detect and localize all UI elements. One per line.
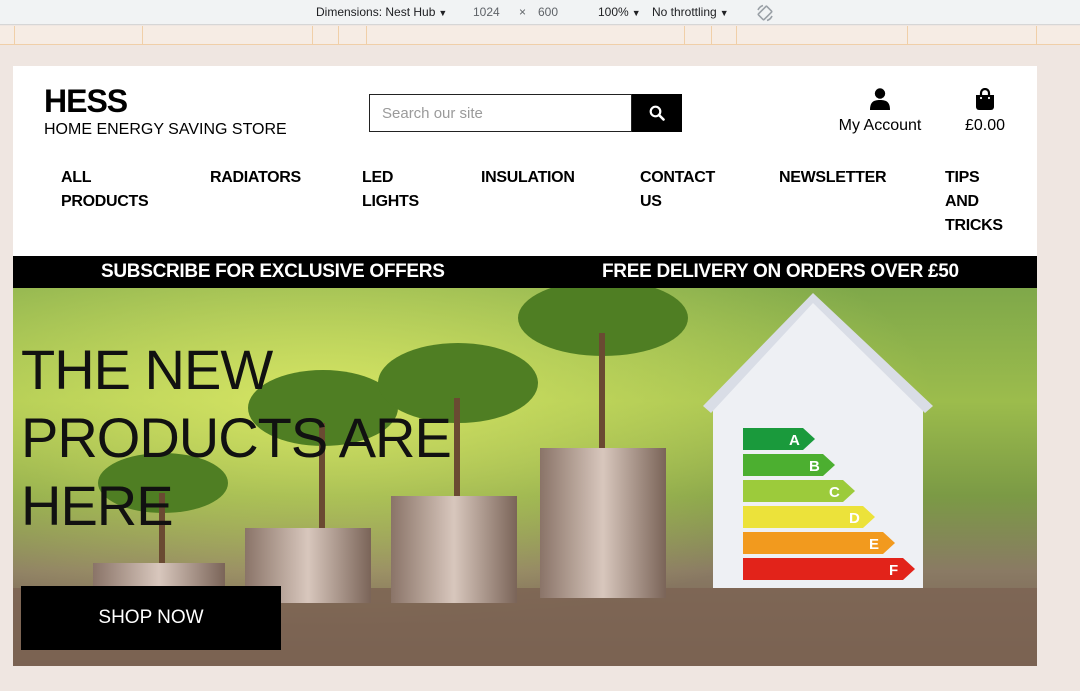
nav-contact-us[interactable]: CONTACT US [640, 166, 715, 214]
brand[interactable]: HESS HOME ENERGY SAVING STORE [44, 82, 287, 140]
cart-total: £0.00 [964, 117, 1006, 134]
search-input[interactable] [369, 94, 632, 132]
zoom-label: 100% [598, 5, 629, 19]
energy-label-f: F [889, 562, 898, 579]
dimensions-dropdown[interactable]: Dimensions: Nest Hub ▼ [316, 5, 447, 20]
throttling-label: No throttling [652, 5, 717, 19]
search-button[interactable] [632, 94, 682, 132]
energy-bar-a [743, 428, 815, 450]
height-input[interactable] [538, 4, 578, 21]
energy-label-b: B [809, 458, 820, 475]
hero-headline: THE NEW PRODUCTS ARE HERE [21, 336, 452, 540]
shopping-bag-icon [976, 87, 994, 110]
caret-down-icon: ▼ [438, 8, 448, 18]
promo-banner: SUBSCRIBE FOR EXCLUSIVE OFFERS FREE DELI… [13, 256, 1037, 288]
hero-line-3: HERE [21, 474, 174, 537]
search-form [369, 94, 682, 132]
hero-line-1: THE NEW [21, 338, 273, 401]
hero-banner: THE NEW PRODUCTS ARE HERE ABCDEF SHOP NO… [13, 288, 1037, 666]
my-account-label: My Account [838, 117, 922, 134]
shop-now-button[interactable]: SHOP NOW [21, 586, 281, 650]
cart-link[interactable]: £0.00 [955, 87, 1015, 135]
hero-line-2: PRODUCTS ARE [21, 406, 452, 469]
rotate-icon[interactable] [755, 3, 775, 23]
search-icon [649, 105, 665, 121]
zoom-dropdown[interactable]: 100% ▼ [598, 5, 641, 20]
energy-bar-b [743, 454, 835, 476]
media-query-ruler [0, 26, 1080, 45]
energy-label-d: D [849, 510, 860, 527]
nav-led-lights[interactable]: LED LIGHTS [362, 166, 419, 214]
energy-rating-scale: ABCDEF [743, 428, 915, 580]
nav-all-products[interactable]: ALL PRODUCTS [61, 166, 149, 214]
energy-label-c: C [829, 484, 840, 501]
times-separator: × [519, 5, 527, 19]
width-input[interactable] [473, 4, 513, 21]
promo-subscribe-text: SUBSCRIBE FOR EXCLUSIVE OFFERS [101, 261, 445, 282]
nav-radiators[interactable]: RADIATORS [210, 166, 301, 190]
throttling-dropdown[interactable]: No throttling ▼ [652, 5, 729, 20]
nav-newsletter[interactable]: NEWSLETTER [779, 166, 887, 190]
caret-down-icon: ▼ [719, 8, 729, 18]
brand-name: HESS [44, 83, 128, 119]
promo-delivery-text: FREE DELIVERY ON ORDERS OVER £50 [602, 261, 959, 282]
nav-insulation[interactable]: INSULATION [481, 166, 575, 190]
energy-label-a: A [789, 432, 800, 449]
energy-label-e: E [869, 536, 879, 553]
user-icon [870, 88, 890, 110]
caret-down-icon: ▼ [631, 8, 641, 18]
emulated-viewport: HESS HOME ENERGY SAVING STORE My Account… [13, 66, 1037, 666]
nav-tips-and-tricks[interactable]: TIPS AND TRICKS [945, 166, 1003, 238]
dimensions-label: Dimensions: Nest Hub [316, 5, 436, 19]
devtools-device-toolbar: Dimensions: Nest Hub▼ × 100%▼ No throttl… [0, 0, 1080, 25]
brand-tagline: HOME ENERGY SAVING STORE [44, 121, 287, 138]
my-account-link[interactable]: My Account [833, 88, 927, 135]
